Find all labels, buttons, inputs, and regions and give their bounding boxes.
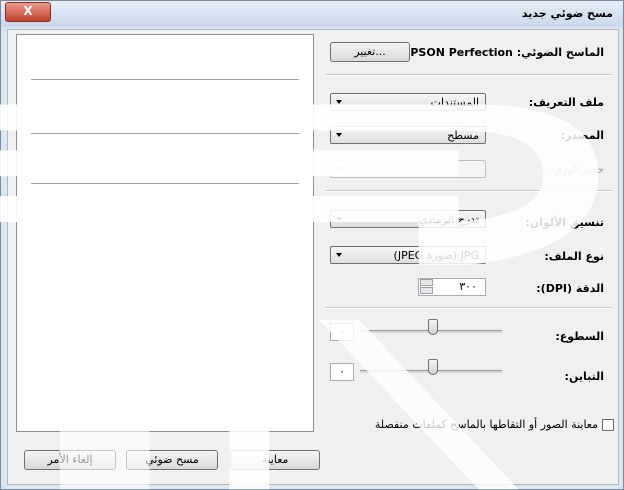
chevron-down-icon [336, 100, 342, 104]
color-format-dropdown[interactable]: تدرج الرمادي [330, 210, 486, 228]
preview-line [31, 183, 299, 184]
file-type-value: JPG (صورة JPEG) [393, 249, 479, 262]
contrast-slider-thumb[interactable] [428, 359, 438, 375]
dialog-body: الماسح الضوئي: EPSON Perfection تغيير...… [7, 29, 619, 485]
resolution-label: الدقة (DPI): [536, 282, 604, 295]
scan-dialog: X مسح ضوئي جديد الماسح الضوئي: EPSON Per… [0, 0, 624, 490]
window-title: مسح ضوئي جديد [521, 7, 613, 20]
scan-button[interactable]: مسح ضوئي [126, 450, 218, 470]
contrast-label: التباين: [564, 370, 604, 383]
spin-up-icon[interactable] [420, 279, 433, 286]
preview-button[interactable]: معاينة [230, 450, 320, 470]
chevron-down-icon [336, 253, 342, 257]
separate-files-label: معاينة الصور أو التقاطها بالماسح كملفات … [374, 418, 598, 431]
file-type-label: نوع الملف: [544, 250, 604, 263]
separator [326, 74, 612, 76]
profile-label: ملف التعريف: [528, 96, 604, 109]
cancel-button[interactable]: إلغاء الأمر [24, 450, 116, 470]
scanner-name: EPSON Perfection [402, 46, 513, 59]
change-scanner-button[interactable]: تغيير... [330, 42, 410, 62]
close-button[interactable]: X [5, 2, 51, 22]
profile-dropdown[interactable]: المستندات [330, 93, 486, 111]
chevron-down-icon [336, 133, 342, 137]
source-dropdown[interactable]: مسطح [330, 126, 486, 144]
separator [326, 307, 612, 309]
source-label: المصدر: [560, 129, 604, 142]
file-type-dropdown[interactable]: JPG (صورة JPEG) [330, 246, 486, 264]
paper-size-label: حجم الورق: [549, 163, 604, 176]
chevron-down-icon [336, 167, 342, 171]
contrast-input[interactable]: ٠ [330, 363, 354, 381]
preview-area [16, 34, 314, 432]
resolution-value[interactable]: ٣٠٠ [459, 280, 477, 293]
resolution-spinner[interactable]: ٣٠٠ [418, 278, 486, 296]
brightness-label: السطوع: [555, 330, 604, 343]
separate-files-checkbox[interactable] [602, 419, 614, 431]
source-value: مسطح [447, 129, 479, 142]
preview-line [31, 79, 299, 80]
brightness-slider-thumb[interactable] [428, 319, 438, 335]
title-bar: X مسح ضوئي جديد [1, 1, 623, 27]
preview-line [31, 133, 299, 134]
paper-size-dropdown [330, 160, 486, 178]
spin-down-icon[interactable] [420, 287, 433, 294]
separator [326, 190, 612, 192]
brightness-input[interactable]: ٠ [330, 323, 354, 341]
scanner-label: الماسح الضوئي: EPSON Perfection [403, 46, 604, 59]
chevron-down-icon [336, 217, 342, 221]
color-format-value: تدرج الرمادي [419, 213, 479, 226]
scanner-label-text: الماسح الضوئي: [516, 46, 604, 59]
profile-value: المستندات [430, 96, 479, 109]
color-format-label: تنسيق الألوان: [525, 216, 604, 229]
